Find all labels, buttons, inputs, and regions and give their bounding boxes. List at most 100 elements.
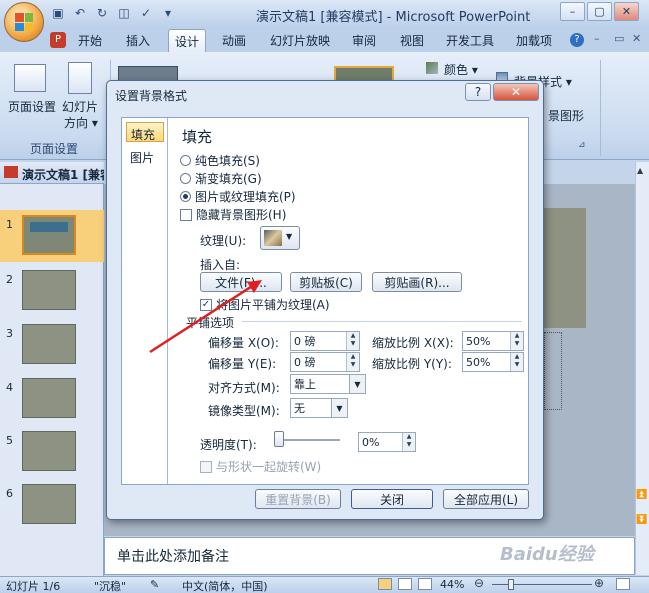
radio-gradient-circle[interactable] <box>180 173 191 184</box>
check-rotate-with-shape: 与形状一起旋转(W) <box>200 458 321 475</box>
orientation-button-line2[interactable]: 方向 ▾ <box>64 114 98 131</box>
check-tile-texture[interactable]: ✓ 将图片平铺为纹理(A) <box>200 296 330 313</box>
redo-icon[interactable]: ↻ <box>94 5 110 21</box>
insert-clipart-button[interactable]: 剪贴画(R)... <box>372 272 462 292</box>
scale-y-spinner[interactable]: ▲ ▼ <box>510 353 523 371</box>
status-language: 中文(简体，中国) <box>182 580 268 593</box>
scroll-up-icon[interactable]: ▲ <box>637 166 643 175</box>
zoom-in-icon[interactable]: ⊕ <box>594 576 604 590</box>
thumb-number: 1 <box>6 218 13 231</box>
tab-view[interactable]: 视图 <box>394 29 430 52</box>
sorter-view-icon[interactable] <box>398 578 412 590</box>
slideshow-view-icon[interactable] <box>418 578 432 590</box>
slide-thumb-5[interactable] <box>22 431 76 471</box>
zoom-slider[interactable] <box>492 584 592 585</box>
nav-picture[interactable]: 图片 <box>126 146 164 166</box>
save-icon[interactable]: ▣ <box>50 5 66 21</box>
radio-solid-circle[interactable] <box>180 155 191 166</box>
close-window-button[interactable]: ✕ <box>614 2 639 21</box>
ribbon-close-icon[interactable]: ✕ <box>632 32 641 45</box>
slide-thumb-2[interactable] <box>22 270 76 310</box>
mirror-chevron-icon[interactable]: ▼ <box>331 399 347 417</box>
scale-x-spinner[interactable]: ▲ ▼ <box>510 332 523 350</box>
slide-thumb-6[interactable] <box>22 484 76 524</box>
orientation-button[interactable]: 幻灯片 <box>62 98 98 115</box>
check-hide-bg[interactable]: 隐藏背景图形(H) <box>180 206 286 223</box>
tab-design[interactable]: 设计 <box>168 29 207 52</box>
dialog-close-button[interactable]: ✕ <box>493 83 539 101</box>
close-dialog-button[interactable]: 关闭 <box>351 489 433 509</box>
offset-x-input[interactable]: 0 磅 ▲ ▼ <box>290 331 360 351</box>
next-slide-icon[interactable]: ⏬ <box>636 515 647 525</box>
tab-home[interactable]: 开始 <box>72 29 108 52</box>
texture-picker[interactable]: ▼ <box>260 226 300 250</box>
mirror-select[interactable]: 无 ▼ <box>290 398 348 418</box>
colors-button[interactable]: 颜色 ▾ <box>444 61 478 78</box>
minimize-button[interactable]: – <box>560 2 585 21</box>
slide-thumb-3[interactable] <box>22 324 76 364</box>
tab-developer[interactable]: 开发工具 <box>440 29 500 52</box>
radio-picture-label: 图片或纹理填充(P) <box>195 190 296 204</box>
slide-canvas[interactable] <box>540 208 586 328</box>
tab-animation[interactable]: 动画 <box>216 29 252 52</box>
fit-window-icon[interactable] <box>616 578 630 590</box>
hide-bg-graphics-button[interactable]: 景图形 <box>548 107 584 124</box>
nav-fill[interactable]: 填充 <box>126 122 164 142</box>
zoom-level[interactable]: 44% <box>440 578 464 591</box>
align-label: 对齐方式(M): <box>208 381 280 395</box>
align-chevron-icon[interactable]: ▼ <box>349 375 365 393</box>
tab-slideshow[interactable]: 幻灯片放映 <box>264 29 336 52</box>
ppt-app-icon: P <box>50 32 66 48</box>
radio-picture-circle[interactable] <box>180 191 191 202</box>
dialog-content: 填充 纯色填充(S) 渐变填充(G) 图片或纹理填充(P) 隐藏背景图形(H) … <box>168 118 528 484</box>
radio-solid-fill[interactable]: 纯色填充(S) <box>180 152 260 169</box>
dialog-launcher-icon[interactable]: ⊿ <box>578 140 586 150</box>
spell-icon[interactable]: ✓ <box>138 5 154 21</box>
align-select[interactable]: 靠上 ▼ <box>290 374 366 394</box>
transparency-input[interactable]: 0% ▲ ▼ <box>358 432 416 452</box>
scale-y-input[interactable]: 50% ▲ ▼ <box>462 352 524 372</box>
preview-icon[interactable]: ◫ <box>116 5 132 21</box>
tab-insert[interactable]: 插入 <box>120 29 156 52</box>
offset-y-input[interactable]: 0 磅 ▲ ▼ <box>290 352 360 372</box>
prev-slide-icon[interactable]: ⏫ <box>636 490 647 500</box>
insert-clipboard-button[interactable]: 剪贴板(C) <box>290 272 362 292</box>
zoom-slider-thumb[interactable] <box>508 579 514 590</box>
apply-to-all-button[interactable]: 全部应用(L) <box>443 489 529 509</box>
radio-gradient-fill[interactable]: 渐变填充(G) <box>180 170 262 187</box>
offset-x-spinner[interactable]: ▲ ▼ <box>346 332 359 350</box>
slide-thumb-1[interactable] <box>22 215 76 255</box>
scale-x-input[interactable]: 50% ▲ ▼ <box>462 331 524 351</box>
radio-picture-fill[interactable]: 图片或纹理填充(P) <box>180 188 296 205</box>
transparency-value: 0% <box>362 435 380 449</box>
office-button[interactable] <box>4 2 44 42</box>
check-tile-box[interactable]: ✓ <box>200 298 212 311</box>
offset-y-label: 偏移量 Y(E): <box>208 357 277 371</box>
offset-y-spinner[interactable]: ▲ ▼ <box>346 353 359 371</box>
tab-review[interactable]: 审阅 <box>346 29 382 52</box>
dialog-help-button[interactable]: ? <box>465 83 491 101</box>
ribbon-minimize-icon[interactable]: – <box>594 32 600 45</box>
restore-button[interactable]: ▢ <box>587 2 612 21</box>
orientation-icon <box>68 62 92 94</box>
check-hide-box[interactable] <box>180 208 192 221</box>
vertical-scrollbar[interactable] <box>635 162 649 575</box>
tab-addins[interactable]: 加载项 <box>510 29 558 52</box>
normal-view-icon[interactable] <box>378 578 392 590</box>
zoom-out-icon[interactable]: ⊖ <box>474 576 484 590</box>
page-setup-button[interactable]: 页面设置 <box>8 98 56 115</box>
ribbon-restore-icon[interactable]: ▭ <box>614 32 624 45</box>
slide-placeholder[interactable] <box>544 332 562 410</box>
transparency-slider-thumb[interactable] <box>274 431 284 447</box>
transparency-slider[interactable] <box>278 439 340 441</box>
window-title: 演示文稿1 [兼容模式] - Microsoft PowerPoint <box>256 10 531 25</box>
texture-swatch-icon <box>264 230 282 246</box>
transparency-spinner[interactable]: ▲ ▼ <box>402 433 415 451</box>
more-icon[interactable]: ▾ <box>160 5 176 21</box>
slide-thumb-4[interactable] <box>22 378 76 418</box>
mirror-value: 无 <box>294 402 305 415</box>
undo-icon[interactable]: ↶ <box>72 5 88 21</box>
spellcheck-icon[interactable]: ✎ <box>150 578 159 591</box>
help-icon[interactable]: ? <box>570 33 584 47</box>
insert-file-button[interactable]: 文件(F)... <box>200 272 282 292</box>
